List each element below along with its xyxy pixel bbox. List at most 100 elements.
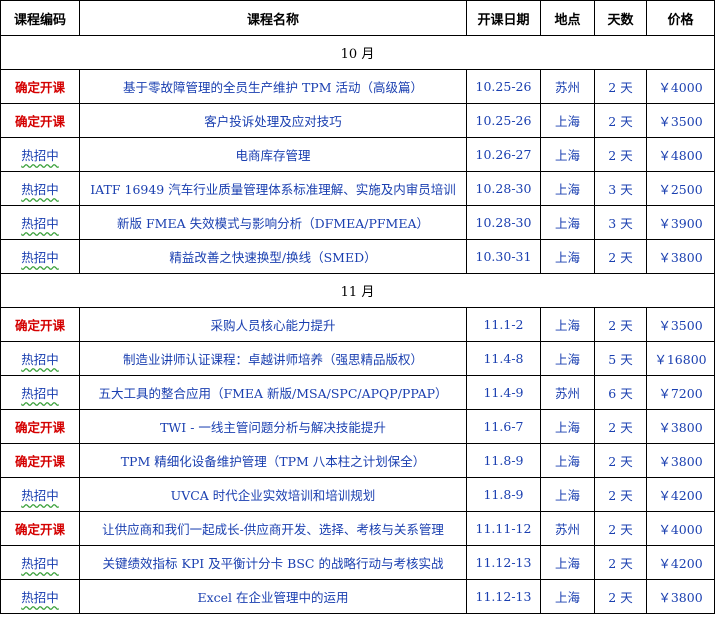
table-row: 确定开课 让供应商和我们一起成长-供应商开发、选择、考核与关系管理 11.11-12… [0,511,715,546]
course-status-label: 热招中 [21,250,59,265]
course-status-label: 确定开课 [14,80,65,95]
course-date: 11.8-9 [466,477,541,512]
course-status-label: 热招中 [21,182,59,197]
course-location: 上海 [540,579,595,614]
course-date: 11.6-7 [466,409,541,444]
course-days: 2 天 [594,477,647,512]
course-status-label: 确定开课 [14,420,65,435]
course-status: 确定开课 [0,307,80,342]
course-location: 上海 [540,137,595,172]
course-name: 制造业讲师认证课程：卓越讲师培养（强思精品版权） [79,341,467,376]
course-status: 确定开课 [0,69,80,104]
course-price: ￥3800 [646,443,715,478]
course-name: 关键绩效指标 KPI 及平衡计分卡 BSC 的战略行动与考核实战 [79,545,467,580]
course-date: 11.11-12 [466,511,541,546]
course-date: 10.30-31 [466,239,541,274]
course-status: 热招中 [0,239,80,274]
course-days: 3 天 [594,171,647,206]
course-date: 11.1-2 [466,307,541,342]
table-header-row: 课程编码 课程名称 开课日期 地点 天数 价格 [0,0,715,36]
course-name: TPM 精细化设备维护管理（TPM 八本柱之计划保全） [79,443,467,478]
course-name: UVCA 时代企业实效培训和培训规划 [79,477,467,512]
course-date: 10.28-30 [466,171,541,206]
table-row: 热招中 精益改善之快速换型/换线（SMED） 10.30-31 上海 2 天 ￥3800 [0,239,715,274]
course-location: 上海 [540,443,595,478]
table-row: 确定开课 客户投诉处理及应对技巧 10.25-26 上海 2 天 ￥3500 [0,103,715,138]
course-name: 让供应商和我们一起成长-供应商开发、选择、考核与关系管理 [79,511,467,546]
course-date: 10.26-27 [466,137,541,172]
course-name: 新版 FMEA 失效模式与影响分析（DFMEA/PFMEA） [79,205,467,240]
course-date: 11.8-9 [466,443,541,478]
course-days: 2 天 [594,409,647,444]
course-location: 苏州 [540,69,595,104]
course-price: ￥3800 [646,239,715,274]
course-price: ￥2500 [646,171,715,206]
course-status-label: 热招中 [21,148,59,163]
course-price: ￥16800 [646,341,715,376]
course-name: 采购人员核心能力提升 [79,307,467,342]
course-location: 上海 [540,409,595,444]
course-status: 确定开课 [0,511,80,546]
course-status-label: 热招中 [21,556,59,571]
course-date: 10.25-26 [466,69,541,104]
course-location: 上海 [540,307,595,342]
month-label: 10 月 [0,35,715,70]
course-price: ￥4000 [646,69,715,104]
course-days: 2 天 [594,137,647,172]
course-status-label: 热招中 [21,352,59,367]
course-price: ￥3500 [646,307,715,342]
course-days: 2 天 [594,239,647,274]
course-price: ￥3900 [646,205,715,240]
course-location: 上海 [540,545,595,580]
table-row: 热招中 新版 FMEA 失效模式与影响分析（DFMEA/PFMEA） 10.28-3… [0,205,715,240]
course-date: 11.4-9 [466,375,541,410]
course-date: 10.25-26 [466,103,541,138]
course-name: Excel 在企业管理中的运用 [79,579,467,614]
course-days: 2 天 [594,307,647,342]
course-status: 热招中 [0,205,80,240]
table-row: 热招中 五大工具的整合应用（FMEA 新版/MSA/SPC/APQP/PPAP） 1… [0,375,715,410]
course-status-label: 热招中 [21,386,59,401]
course-status: 热招中 [0,171,80,206]
course-status-label: 热招中 [21,216,59,231]
table-row: 热招中 UVCA 时代企业实效培训和培训规划 11.8-9 上海 2 天 ￥4200 [0,477,715,512]
header-course-code: 课程编码 [0,0,80,36]
course-status-label: 确定开课 [14,318,65,333]
course-price: ￥4000 [646,511,715,546]
header-price: 价格 [646,0,715,36]
course-status: 热招中 [0,545,80,580]
course-schedule-table: 课程编码 课程名称 开课日期 地点 天数 价格 10 月确定开课 基于零故障管理的… [0,0,715,614]
header-start-date: 开课日期 [466,0,541,36]
course-price: ￥4200 [646,545,715,580]
course-days: 2 天 [594,69,647,104]
table-row: 确定开课 基于零故障管理的全员生产维护 TPM 活动（高级篇） 10.25-26 苏州… [0,69,715,104]
month-label: 11 月 [0,273,715,308]
course-price: ￥7200 [646,375,715,410]
course-days: 2 天 [594,579,647,614]
course-status: 确定开课 [0,409,80,444]
course-location: 上海 [540,477,595,512]
course-days: 5 天 [594,341,647,376]
table-row: 确定开课 TWI - 一线主管问题分析与解决技能提升 11.6-7 上海 2 天 ￥380… [0,409,715,444]
course-status: 确定开课 [0,443,80,478]
course-status: 热招中 [0,579,80,614]
course-location: 上海 [540,171,595,206]
course-days: 6 天 [594,375,647,410]
course-location: 上海 [540,205,595,240]
table-row: 确定开课 采购人员核心能力提升 11.1-2 上海 2 天 ￥3500 [0,307,715,342]
course-date: 11.4-8 [466,341,541,376]
header-course-name: 课程名称 [79,0,467,36]
course-date: 11.12-13 [466,579,541,614]
table-row: 热招中 电商库存管理 10.26-27 上海 2 天 ￥4800 [0,137,715,172]
course-price: ￥4200 [646,477,715,512]
course-date: 11.12-13 [466,545,541,580]
month-section-row: 10 月 [0,35,715,70]
header-location: 地点 [540,0,595,36]
month-section-row: 11 月 [0,273,715,308]
course-status: 热招中 [0,137,80,172]
course-price: ￥3500 [646,103,715,138]
course-days: 2 天 [594,545,647,580]
header-days: 天数 [594,0,647,36]
course-days: 2 天 [594,443,647,478]
course-name: IATF 16949 汽车行业质量管理体系标准理解、实施及内审员培训 [79,171,467,206]
